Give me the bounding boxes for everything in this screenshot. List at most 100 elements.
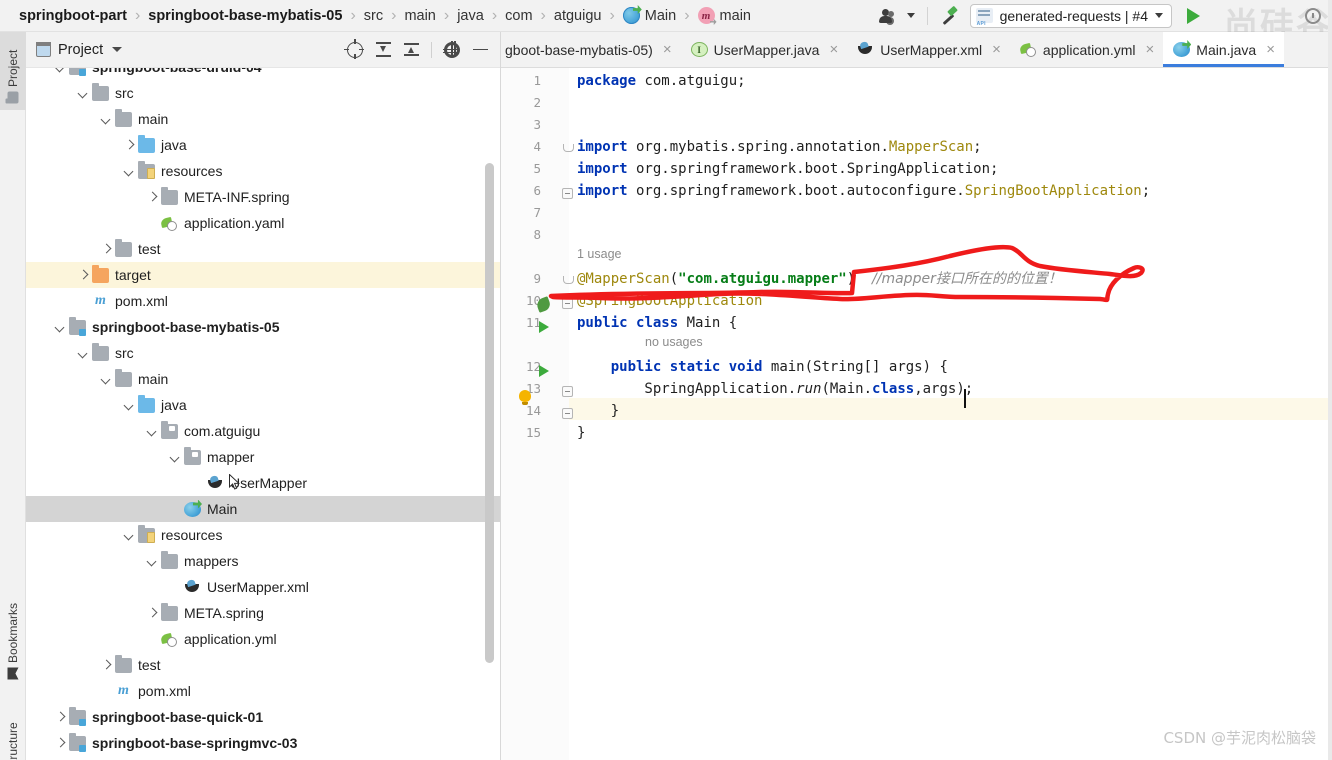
chevron-down-icon[interactable] xyxy=(78,348,89,359)
tree-row[interactable]: application.yml xyxy=(26,626,501,652)
code-line[interactable]: public static void main(String[] args) { xyxy=(577,356,948,378)
select-opened-file-button[interactable] xyxy=(342,37,368,63)
breadcrumb-item-com[interactable]: com xyxy=(498,1,539,31)
chevron-right-icon[interactable] xyxy=(101,244,112,255)
tree-row[interactable]: java xyxy=(26,132,501,158)
people-dropdown-button[interactable] xyxy=(903,3,919,29)
chevron-right-icon[interactable] xyxy=(55,738,66,749)
tree-row[interactable]: META.spring xyxy=(26,600,501,626)
tree-row[interactable]: application.yaml xyxy=(26,210,501,236)
breadcrumb-item-project[interactable]: springboot-part xyxy=(12,1,134,31)
chevron-down-icon[interactable] xyxy=(101,114,112,125)
chevron-right-icon[interactable] xyxy=(124,140,135,151)
people-button[interactable] xyxy=(875,3,901,29)
close-icon[interactable]: × xyxy=(1146,42,1155,57)
tree-row[interactable]: main xyxy=(26,106,501,132)
expand-all-button[interactable] xyxy=(370,37,396,63)
chevron-right-icon[interactable] xyxy=(147,192,158,203)
chevron-down-icon[interactable] xyxy=(124,530,135,541)
code-line[interactable]: import org.mybatis.spring.annotation.Map… xyxy=(577,136,982,158)
tree-row[interactable]: springboot-base-mybatis-05 xyxy=(26,314,501,340)
tree-row[interactable]: UserMapper.xml xyxy=(26,574,501,600)
chevron-right-icon[interactable] xyxy=(55,712,66,723)
chevron-down-icon[interactable] xyxy=(55,322,66,333)
tree-row[interactable]: UserMapper xyxy=(26,470,501,496)
code-line[interactable]: } xyxy=(577,422,585,444)
run-gutter-icon[interactable] xyxy=(539,321,549,333)
code-fold-marker[interactable] xyxy=(563,276,574,287)
chevron-down-icon[interactable] xyxy=(147,556,158,567)
tree-row[interactable]: test xyxy=(26,236,501,262)
run-button[interactable] xyxy=(1180,3,1206,29)
rail-item-project[interactable]: Project xyxy=(0,32,26,110)
tree-row[interactable]: java xyxy=(26,392,501,418)
breadcrumb-item-module[interactable]: springboot-base-mybatis-05 xyxy=(141,1,349,31)
close-icon[interactable]: × xyxy=(992,42,1001,57)
chevron-right-icon[interactable] xyxy=(147,608,158,619)
chevron-down-icon[interactable] xyxy=(147,426,158,437)
hide-panel-button[interactable] xyxy=(467,37,493,63)
project-tree[interactable]: springboot-base-druid-04srcmainjavaresou… xyxy=(26,68,501,760)
code-fold-marker[interactable] xyxy=(563,144,574,155)
project-tree-scrollbar[interactable] xyxy=(485,163,494,663)
code-line[interactable]: } xyxy=(577,400,619,422)
code-fold-marker[interactable] xyxy=(562,386,573,397)
breadcrumb-item-method[interactable]: m main xyxy=(691,1,758,31)
inlay-usage-hint[interactable]: 1 usage xyxy=(577,243,621,265)
editor-tab-usermapper-java[interactable]: I UserMapper.java × xyxy=(681,32,848,67)
rail-item-bookmarks[interactable]: Bookmarks xyxy=(0,580,26,686)
project-settings-button[interactable] xyxy=(439,37,465,63)
inlay-usage-hint[interactable]: no usages xyxy=(645,331,703,353)
breadcrumb-item-src[interactable]: src xyxy=(357,1,390,31)
code-line[interactable]: import org.springframework.boot.autoconf… xyxy=(577,180,1150,202)
code-line[interactable]: package com.atguigu; xyxy=(577,70,746,92)
tree-row[interactable]: m pom.xml xyxy=(26,288,501,314)
editor-tab-main-java[interactable]: Main.java × xyxy=(1163,32,1284,67)
editor-tab-0[interactable]: gboot-base-mybatis-05) × xyxy=(501,32,681,67)
breadcrumb-item-class[interactable]: Main xyxy=(616,1,683,31)
chevron-right-icon[interactable] xyxy=(101,660,112,671)
chevron-down-icon[interactable] xyxy=(124,166,135,177)
chevron-down-icon[interactable] xyxy=(55,68,66,73)
chevron-down-icon[interactable] xyxy=(78,88,89,99)
breadcrumb-item-atguigu[interactable]: atguigu xyxy=(547,1,609,31)
tree-row[interactable]: target xyxy=(26,262,501,288)
chevron-down-icon[interactable] xyxy=(124,400,135,411)
chevron-right-icon[interactable] xyxy=(78,270,89,281)
editor-tab-application-yml[interactable]: application.yml × xyxy=(1010,32,1163,67)
tree-row[interactable]: External Libraries xyxy=(26,756,501,760)
rail-item-structure[interactable]: Structure xyxy=(0,704,26,760)
chevron-down-icon[interactable] xyxy=(112,47,123,52)
tree-row[interactable]: springboot-base-springmvc-03 xyxy=(26,730,501,756)
tree-row[interactable]: springboot-base-druid-04 xyxy=(26,68,501,80)
tree-row[interactable]: src xyxy=(26,340,501,366)
tree-row[interactable]: src xyxy=(26,80,501,106)
close-icon[interactable]: × xyxy=(1266,42,1275,57)
code-editor[interactable]: 1 package com.atguigu; 2 3 4 import org.mybat… xyxy=(501,68,1332,760)
tree-row[interactable]: META-INF.spring xyxy=(26,184,501,210)
code-fold-marker[interactable] xyxy=(562,408,573,419)
code-fold-marker[interactable] xyxy=(562,188,573,199)
tree-row[interactable]: Main xyxy=(26,496,501,522)
code-fold-marker[interactable] xyxy=(562,298,573,309)
intention-bulb-icon[interactable] xyxy=(519,390,531,405)
tree-row[interactable]: test xyxy=(26,652,501,678)
editor-tab-usermapper-xml[interactable]: UserMapper.xml × xyxy=(847,32,1010,67)
tree-row[interactable]: main xyxy=(26,366,501,392)
collapse-all-button[interactable] xyxy=(398,37,424,63)
chevron-down-icon[interactable] xyxy=(101,374,112,385)
close-icon[interactable]: × xyxy=(829,42,838,57)
run-configuration-selector[interactable]: generated-requests | #4 xyxy=(969,3,1172,28)
tree-row[interactable]: springboot-base-quick-01 xyxy=(26,704,501,730)
chevron-down-icon[interactable] xyxy=(170,452,181,463)
code-line[interactable]: SpringApplication.run(Main.class,args); xyxy=(577,378,973,400)
breadcrumb-item-main[interactable]: main xyxy=(397,1,442,31)
code-line[interactable]: @MapperScan("com.atguigu.mapper") //mapp… xyxy=(577,268,1062,290)
tree-row[interactable]: m pom.xml xyxy=(26,678,501,704)
tree-row[interactable]: com.atguigu xyxy=(26,418,501,444)
build-button[interactable] xyxy=(936,3,962,29)
tree-row[interactable]: resources xyxy=(26,522,501,548)
code-line[interactable]: @SpringBootApplication xyxy=(577,290,762,312)
code-line[interactable]: import org.springframework.boot.SpringAp… xyxy=(577,158,998,180)
tree-row[interactable]: mappers xyxy=(26,548,501,574)
